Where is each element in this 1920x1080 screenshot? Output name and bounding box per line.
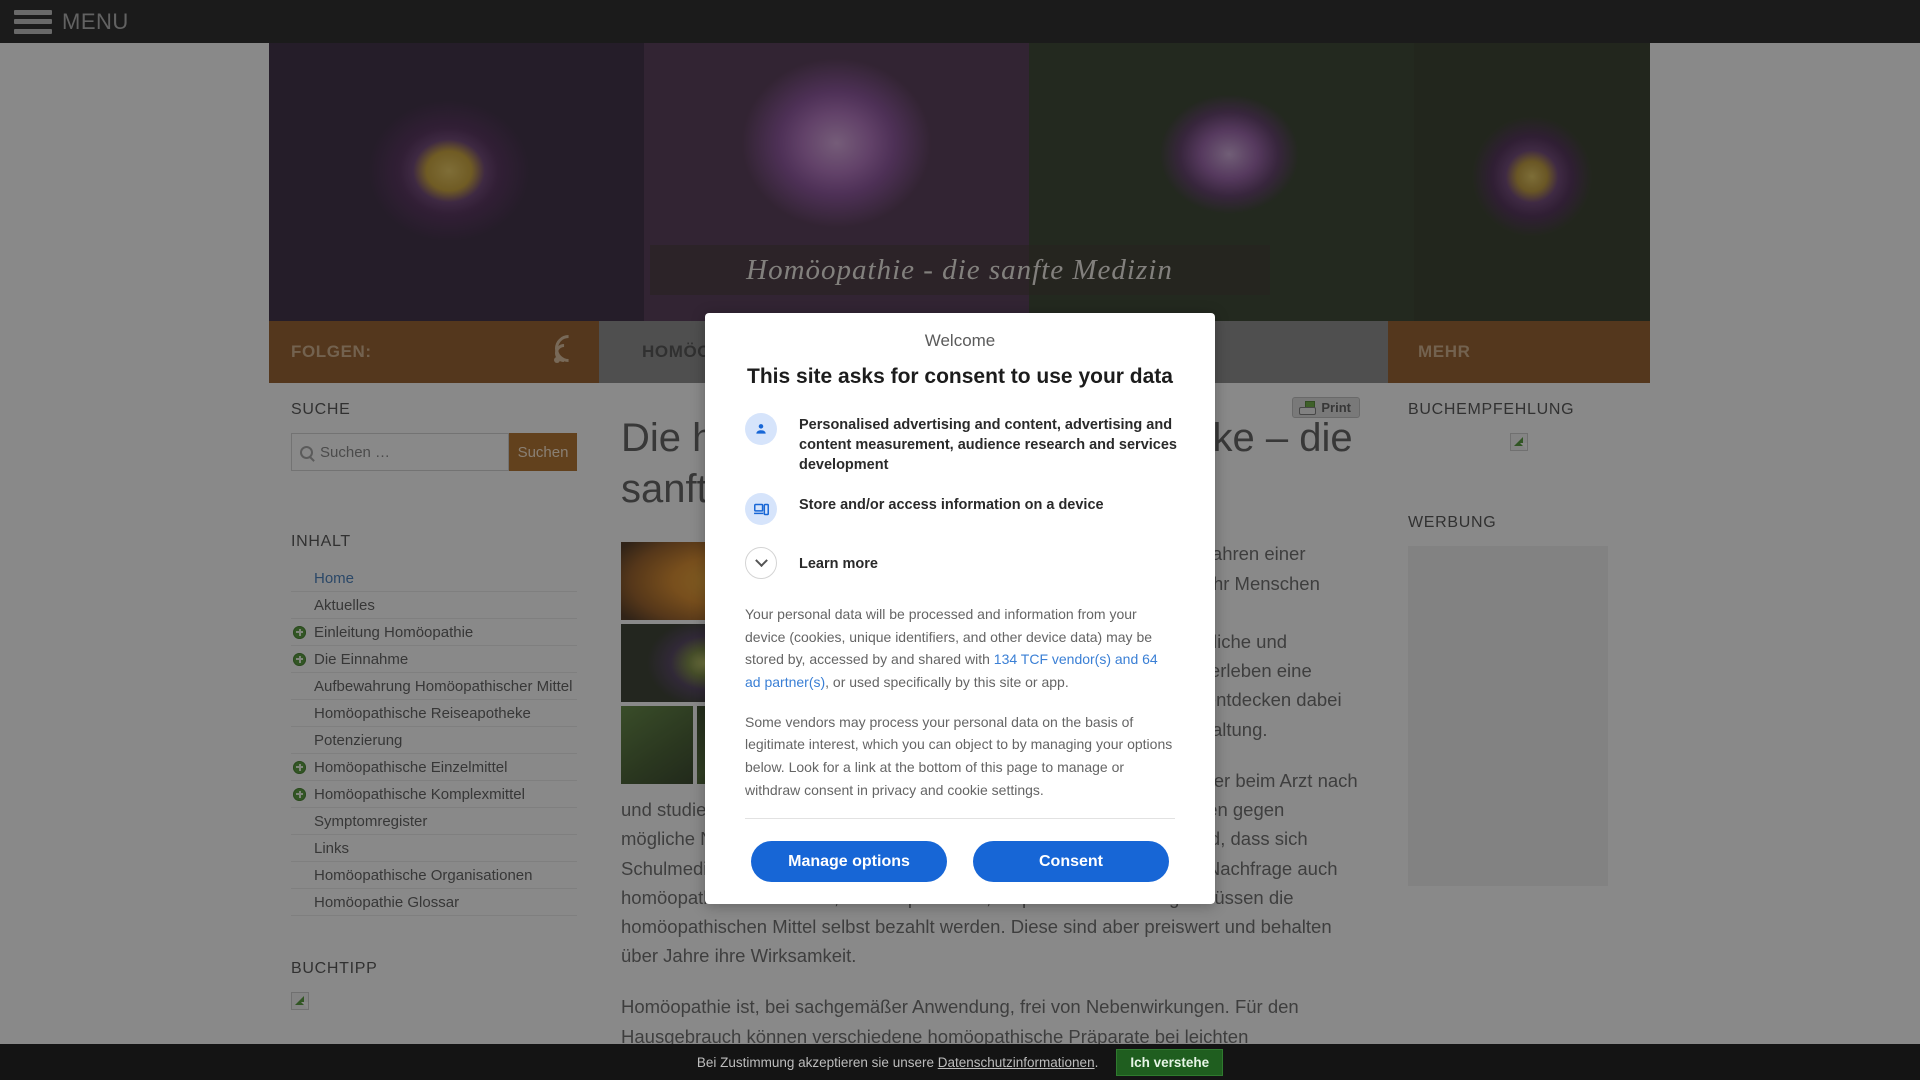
cookie-consent-bar: Bei Zustimmung akzeptieren sie unsere Da… (0, 1044, 1920, 1080)
purpose-row-personalised-ads: Personalised advertising and content, ad… (705, 413, 1215, 475)
dialog-welcome-label: Welcome (924, 331, 996, 350)
purpose-text: Personalised advertising and content, ad… (799, 417, 1177, 473)
page-root: MENU Homöopathie - die sanfte Medizin FO… (0, 0, 1920, 1080)
learn-more-label: Learn more (799, 556, 878, 572)
dialog-paragraph-1: Your personal data will be processed and… (705, 603, 1215, 694)
dialog-divider (745, 818, 1175, 820)
consent-button[interactable]: Consent (973, 841, 1169, 883)
person-icon (745, 413, 777, 445)
learn-more-row[interactable]: Learn more (705, 547, 1215, 579)
accept-cookies-button[interactable]: Ich verstehe (1116, 1048, 1224, 1076)
dialog-actions: Manage options Consent (705, 841, 1215, 883)
privacy-policy-link[interactable]: Datenschutzinformationen (938, 1055, 1095, 1070)
paragraph-1-post: , or used specifically by this site or a… (825, 674, 1069, 691)
manage-options-button[interactable]: Manage options (751, 841, 947, 883)
cookie-text-post: . (1094, 1054, 1099, 1070)
cookie-text-pre: Bei Zustimmung akzeptieren sie unsere (696, 1054, 938, 1070)
dialog-paragraph-2: Some vendors may process your personal d… (745, 713, 1173, 798)
dialog-heading: This site asks for consent to use your d… (747, 365, 1173, 388)
purpose-text: Store and/or access information on a dev… (799, 497, 1104, 513)
purpose-row-device-storage: Store and/or access information on a dev… (705, 493, 1215, 525)
device-icon (745, 493, 777, 525)
cookie-bar-text: Bei Zustimmung akzeptieren sie unsere Da… (697, 1055, 1098, 1070)
chevron-down-icon (745, 547, 777, 579)
consent-dialog: Welcome This site asks for consent to us… (705, 313, 1215, 905)
